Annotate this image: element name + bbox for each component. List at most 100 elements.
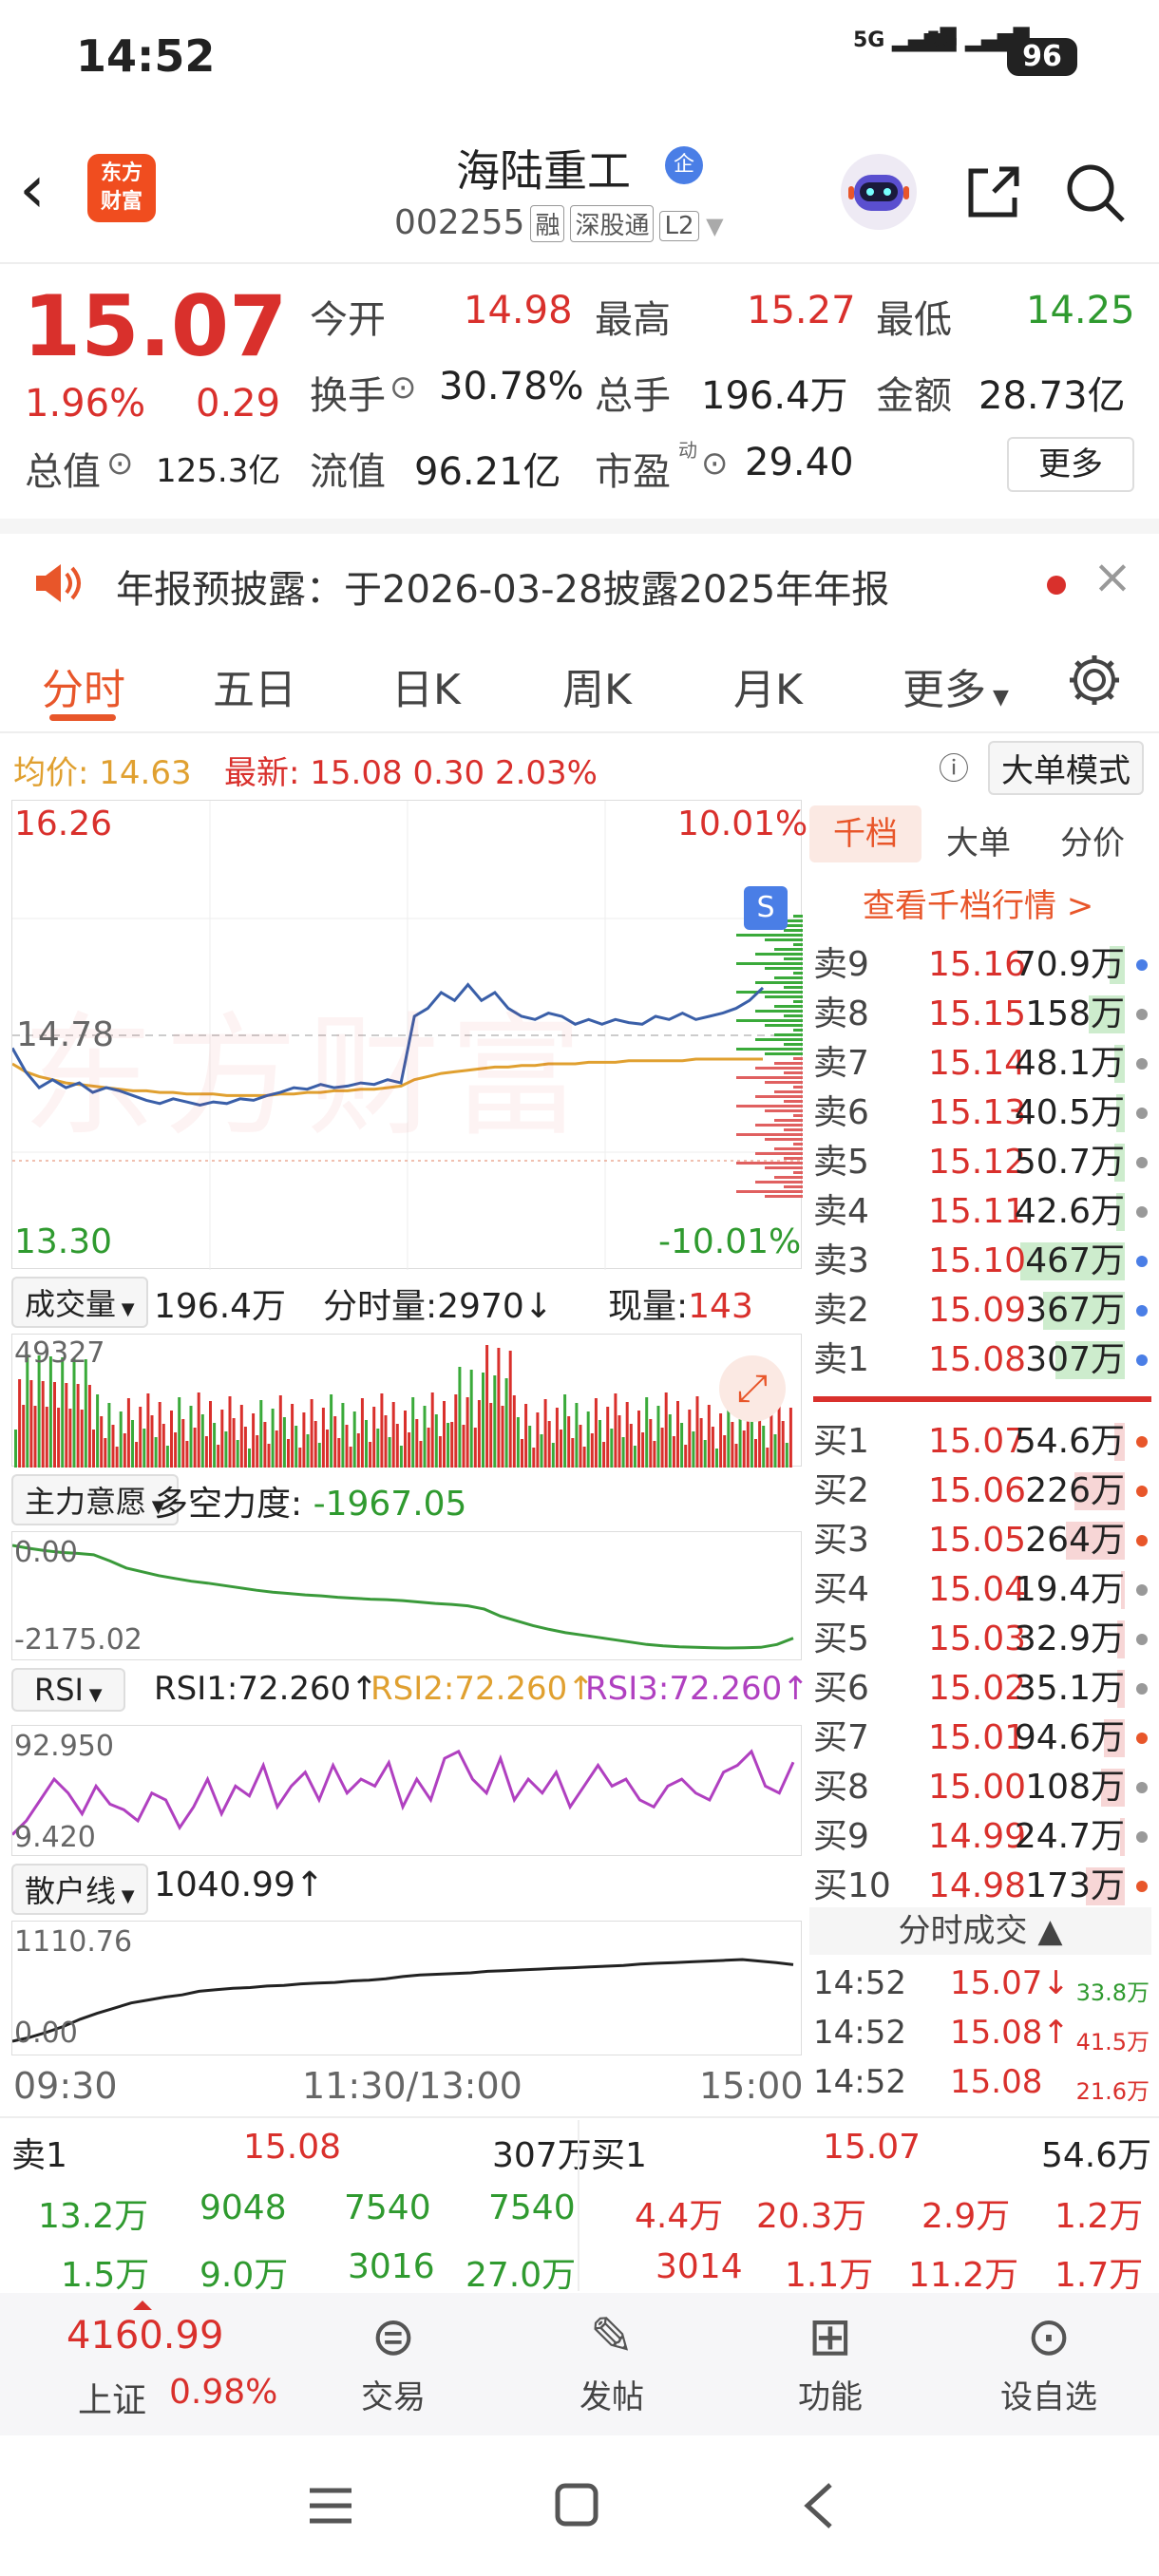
buy-level[interactable]: 买3 15.05 264万 xyxy=(809,1516,1151,1565)
tab-5day[interactable]: 五日 xyxy=(213,655,296,716)
side-tab-big[interactable]: 大单 xyxy=(946,817,1011,863)
info-icon[interactable]: ⊙ xyxy=(701,445,729,483)
nav-functions[interactable]: ⊞ 功能 xyxy=(764,2304,897,2417)
level-dot-icon xyxy=(1136,1305,1148,1316)
depth-bar xyxy=(765,1195,803,1198)
buy-level[interactable]: 买5 15.03 32.9万 xyxy=(809,1615,1151,1664)
nav-trade[interactable]: ⊜ 交易 xyxy=(327,2304,460,2417)
volume-bar xyxy=(560,1430,562,1468)
retail-header: 散户线 ▼ 1040.99↑ xyxy=(11,1864,802,1917)
buy-level[interactable]: 买1 15.07 54.6万 xyxy=(809,1417,1151,1467)
depth-link[interactable]: 查看千档行情 > xyxy=(863,880,1093,926)
retail-selector[interactable]: 散户线 ▼ xyxy=(11,1864,148,1915)
volume-bar xyxy=(170,1411,173,1468)
mf-top-label: 0.00 xyxy=(14,1536,78,1569)
intraday-chart[interactable]: 东方财富 16.26 10.01% 14.78 13.30 -10.01% S xyxy=(11,800,808,1270)
volume-bar xyxy=(14,1430,17,1468)
volume-bar xyxy=(625,1402,629,1468)
expand-icon[interactable]: ⤢ xyxy=(719,1355,786,1422)
side-tab-price[interactable]: 分价 xyxy=(1060,817,1125,863)
buy-level[interactable]: 买8 15.00 108万 xyxy=(809,1763,1151,1812)
now-volume: 现量:143 xyxy=(608,1287,753,1326)
back-arrow-icon[interactable]: ‹ xyxy=(19,156,46,222)
sell-level[interactable]: 卖2 15.09 367万 xyxy=(809,1286,1151,1335)
tab-monthly[interactable]: 月K xyxy=(733,655,803,716)
more-button[interactable]: 更多 xyxy=(1007,437,1134,492)
home-icon[interactable] xyxy=(553,2481,600,2529)
volume-bar xyxy=(345,1425,349,1468)
level-label: 买9 xyxy=(813,1817,869,1856)
depth-bar xyxy=(755,1124,803,1127)
nav-post[interactable]: ✎ 发帖 xyxy=(545,2304,678,2417)
depth-bar xyxy=(793,1057,803,1060)
intraday-summary: 均价: 14.63 最新: 15.08 0.30 2.03% ⓘ 大单模式 xyxy=(0,741,1159,795)
buy-level[interactable]: 买9 14.99 24.7万 xyxy=(809,1812,1151,1862)
volume-value: 196.4万 xyxy=(701,374,848,418)
buy-level[interactable]: 买10 14.98 173万 xyxy=(809,1862,1151,1911)
level-price: 14.99 xyxy=(927,1817,1026,1856)
buy-level[interactable]: 买4 15.04 19.4万 xyxy=(809,1565,1151,1615)
menu-icon[interactable] xyxy=(306,2483,355,2529)
sell-level[interactable]: 卖1 15.08 307万 xyxy=(809,1335,1151,1385)
high-label: 最高 xyxy=(595,298,671,342)
depth-bar xyxy=(784,986,803,989)
volume-bar xyxy=(228,1396,232,1468)
volume-selector[interactable]: 成交量 ▼ xyxy=(11,1277,148,1328)
depth-bar xyxy=(765,1052,803,1055)
buy-level[interactable]: 买6 15.02 35.1万 xyxy=(809,1664,1151,1714)
chart-mid-price: 14.78 xyxy=(16,1015,115,1054)
help-icon[interactable]: ⓘ xyxy=(939,745,969,788)
info-icon[interactable]: ⊙ xyxy=(106,445,134,483)
sell-level[interactable]: 卖9 15.16 70.9万 xyxy=(809,940,1151,990)
buy-level[interactable]: 买2 15.06 226万 xyxy=(809,1467,1151,1516)
app-logo[interactable]: 东方 财富 xyxy=(87,154,156,222)
buy-level[interactable]: 买7 15.01 94.6万 xyxy=(809,1714,1151,1763)
tab-more[interactable]: 更多 ▼ xyxy=(902,655,1009,716)
rsi-chart[interactable]: 92.950 9.420 xyxy=(11,1725,802,1856)
announcement-bar[interactable]: 年报预披露：于2026-03-28披露2025年年报 × xyxy=(0,519,1159,627)
watermark: 东方财富 xyxy=(22,1000,593,1155)
volume-bar xyxy=(360,1398,364,1468)
share-icon[interactable] xyxy=(960,160,1026,226)
sell-level[interactable]: 卖6 15.13 40.5万 xyxy=(809,1089,1151,1138)
close-icon[interactable]: × xyxy=(1092,549,1132,604)
sell-level[interactable]: 卖4 15.11 42.6万 xyxy=(809,1187,1151,1237)
settings-gear-icon[interactable] xyxy=(1066,652,1123,709)
sell-level[interactable]: 卖3 15.10 467万 xyxy=(809,1237,1151,1286)
back-icon[interactable] xyxy=(800,2479,838,2532)
volume-bar xyxy=(540,1434,543,1468)
quote-panel: 15.07 1.96% 0.29 今开 14.98 最高 15.27 最低 14… xyxy=(0,266,1159,519)
retail-chart[interactable]: 1110.76 0.00 xyxy=(11,1921,802,2055)
nav-add-watchlist[interactable]: ⊙ 设自选 xyxy=(982,2304,1115,2417)
volume-bar xyxy=(427,1428,430,1468)
signal-s-icon[interactable]: S xyxy=(744,886,788,930)
sell-level[interactable]: 卖5 15.12 50.7万 xyxy=(809,1138,1151,1187)
depth-bar xyxy=(736,1133,803,1136)
level-dot-icon xyxy=(1136,1535,1148,1546)
rsi-selector[interactable]: RSI ▼ xyxy=(11,1668,125,1712)
time-mid: 11:30/13:00 xyxy=(302,2065,522,2107)
sell-level[interactable]: 卖8 15.15 158万 xyxy=(809,990,1151,1039)
depth-bar xyxy=(784,1071,803,1074)
level-label: 卖8 xyxy=(813,994,869,1033)
assistant-robot-icon[interactable] xyxy=(841,154,917,230)
big-order-mode-button[interactable]: 大单模式 xyxy=(988,741,1144,795)
volume-bar xyxy=(754,1439,757,1468)
trades-header[interactable]: 分时成交 ▲ xyxy=(809,1907,1151,1955)
index-ticker[interactable]: 4160.99 上证 0.98% xyxy=(57,2301,285,2434)
mktcap-value: 125.3亿 xyxy=(156,452,281,490)
side-tab-depth[interactable]: 千档 xyxy=(809,805,922,862)
info-icon[interactable]: ⊙ xyxy=(390,369,417,407)
tab-intraday[interactable]: 分时 xyxy=(42,655,125,716)
sell-level[interactable]: 卖7 15.14 48.1万 xyxy=(809,1039,1151,1089)
tab-weekly[interactable]: 周K xyxy=(562,655,632,716)
depth-bar xyxy=(765,1166,803,1169)
level-volume: 40.5万 xyxy=(1014,1093,1125,1132)
search-icon[interactable] xyxy=(1062,160,1129,226)
tag-connect: 深股通 xyxy=(570,205,655,242)
volume-chart[interactable]: 49327 ⤢ xyxy=(11,1334,802,1468)
tab-daily[interactable]: 日K xyxy=(391,655,461,716)
level-label: 买10 xyxy=(813,1866,891,1905)
main-force-chart[interactable]: 0.00 -2175.02 xyxy=(11,1531,802,1660)
trade-price: 15.08 xyxy=(950,2063,1043,2101)
